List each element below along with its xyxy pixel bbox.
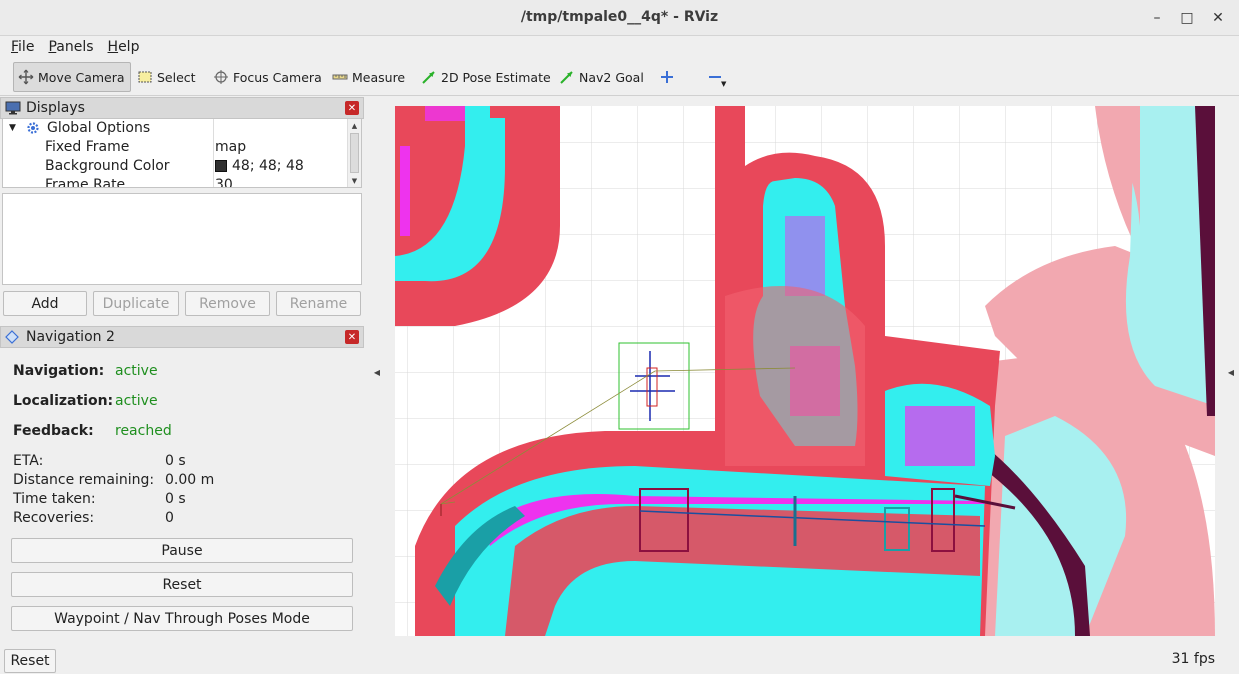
recoveries-label: Recoveries: xyxy=(13,510,95,526)
collapse-left-handle[interactable]: ◀ xyxy=(373,365,381,379)
distance-value: 0.00 m xyxy=(165,472,215,488)
select-label: Select xyxy=(157,69,196,85)
navigation-close-icon[interactable]: ✕ xyxy=(345,330,359,344)
menu-help[interactable]: Help xyxy=(101,39,147,55)
background-color-value: 48; 48; 48 xyxy=(232,158,304,174)
add-tool-button[interactable] xyxy=(654,62,678,92)
nav2-goal-button[interactable]: Nav2 Goal xyxy=(554,62,649,92)
duplicate-button[interactable]: Duplicate xyxy=(93,291,179,316)
tree-row-background-color[interactable]: Background Color 48; 48; 48 xyxy=(3,157,349,176)
rename-button[interactable]: Rename xyxy=(276,291,361,316)
expand-arrow-icon[interactable]: ▼ xyxy=(9,123,16,133)
eta-value: 0 s xyxy=(165,453,186,469)
display-description-box xyxy=(2,193,362,285)
navigation-status: active xyxy=(115,363,158,379)
move-camera-button[interactable]: Move Camera xyxy=(13,62,131,92)
minimize-icon[interactable]: – xyxy=(1145,6,1169,30)
costmap-canvas xyxy=(395,106,1215,636)
scroll-down-icon[interactable]: ▼ xyxy=(348,174,361,187)
localization-label: Localization: xyxy=(13,393,114,409)
status-bar: Reset 31 fps xyxy=(0,646,1239,674)
collapse-right-handle[interactable]: ◀ xyxy=(1227,365,1235,379)
goal-arrow-icon xyxy=(559,69,575,85)
localization-status: active xyxy=(115,393,158,409)
move-camera-label: Move Camera xyxy=(38,69,125,85)
gear-icon xyxy=(26,121,40,139)
displays-tree: ▼ Global Options Fixed Frame map Backgro… xyxy=(2,118,362,188)
fps-counter: 31 fps xyxy=(1171,651,1215,667)
render-viewport[interactable] xyxy=(395,106,1215,636)
ruler-icon xyxy=(332,69,348,85)
time-value: 0 s xyxy=(165,491,186,507)
focus-camera-icon xyxy=(213,69,229,85)
scroll-up-icon[interactable]: ▲ xyxy=(348,119,361,132)
pose-estimate-button[interactable]: 2D Pose Estimate xyxy=(416,62,556,92)
waypoint-mode-button[interactable]: Waypoint / Nav Through Poses Mode xyxy=(11,606,353,631)
select-button[interactable]: Select xyxy=(132,62,201,92)
tree-row-global-options[interactable]: ▼ Global Options xyxy=(3,119,349,138)
navigation-label: Navigation: xyxy=(13,363,105,379)
remove-button[interactable]: Remove xyxy=(185,291,270,316)
fixed-frame-label: Fixed Frame xyxy=(45,139,130,155)
background-color-label: Background Color xyxy=(45,158,170,174)
navigation-title: Navigation 2 xyxy=(26,329,115,345)
monitor-icon xyxy=(5,101,21,115)
eta-label: ETA: xyxy=(13,453,44,469)
displays-close-icon[interactable]: ✕ xyxy=(345,101,359,115)
focus-camera-button[interactable]: Focus Camera xyxy=(208,62,327,92)
global-options-label: Global Options xyxy=(47,120,151,136)
maximize-icon[interactable]: □ xyxy=(1175,6,1199,30)
toolbar: Move Camera Select Focus Camera Measure … xyxy=(0,58,1239,96)
menu-panels[interactable]: Panels xyxy=(41,39,100,55)
menu-bar: File Panels Help xyxy=(0,36,1239,58)
frame-rate-value[interactable]: 30 xyxy=(215,177,233,187)
tree-row-fixed-frame[interactable]: Fixed Frame map xyxy=(3,138,349,157)
add-button[interactable]: Add xyxy=(3,291,87,316)
reset-time-button[interactable]: Reset xyxy=(4,649,56,673)
displays-panel-header: Displays ✕ xyxy=(0,97,364,119)
menu-file[interactable]: File xyxy=(4,39,41,55)
pose-arrow-icon xyxy=(421,69,437,85)
scroll-thumb[interactable] xyxy=(350,133,359,173)
navigation-panel-header: Navigation 2 ✕ xyxy=(0,326,364,348)
pause-button[interactable]: Pause xyxy=(11,538,353,563)
window-title: /tmp/tmpale0__4q* - RViz xyxy=(520,9,719,25)
nav2-goal-label: Nav2 Goal xyxy=(579,69,644,85)
feedback-label: Feedback: xyxy=(13,423,94,439)
tree-row-frame-rate[interactable]: Frame Rate 30 xyxy=(3,176,349,188)
dropdown-arrow-icon: ▼ xyxy=(721,80,727,88)
time-label: Time taken: xyxy=(13,491,96,507)
reset-nav-button[interactable]: Reset xyxy=(11,572,353,597)
title-bar: /tmp/tmpale0__4q* - RViz – □ ✕ xyxy=(0,0,1239,36)
recoveries-value: 0 xyxy=(165,510,174,526)
tree-scrollbar[interactable]: ▲ ▼ xyxy=(347,119,361,187)
remove-tool-button[interactable]: ▼ xyxy=(702,62,730,92)
diamond-icon xyxy=(5,330,19,344)
background-color-value-wrap[interactable]: 48; 48; 48 xyxy=(215,158,304,174)
focus-camera-label: Focus Camera xyxy=(233,69,322,85)
close-icon[interactable]: ✕ xyxy=(1206,6,1230,30)
fixed-frame-value[interactable]: map xyxy=(215,139,246,155)
displays-title: Displays xyxy=(26,100,85,116)
measure-button[interactable]: Measure xyxy=(327,62,410,92)
frame-rate-label: Frame Rate xyxy=(45,177,126,188)
pose-estimate-label: 2D Pose Estimate xyxy=(441,69,551,85)
distance-label: Distance remaining: xyxy=(13,472,155,488)
feedback-status: reached xyxy=(115,423,172,439)
move-camera-icon xyxy=(18,69,34,85)
select-icon xyxy=(137,69,153,85)
color-swatch xyxy=(215,160,227,172)
plus-icon xyxy=(659,69,675,85)
measure-label: Measure xyxy=(352,69,406,85)
